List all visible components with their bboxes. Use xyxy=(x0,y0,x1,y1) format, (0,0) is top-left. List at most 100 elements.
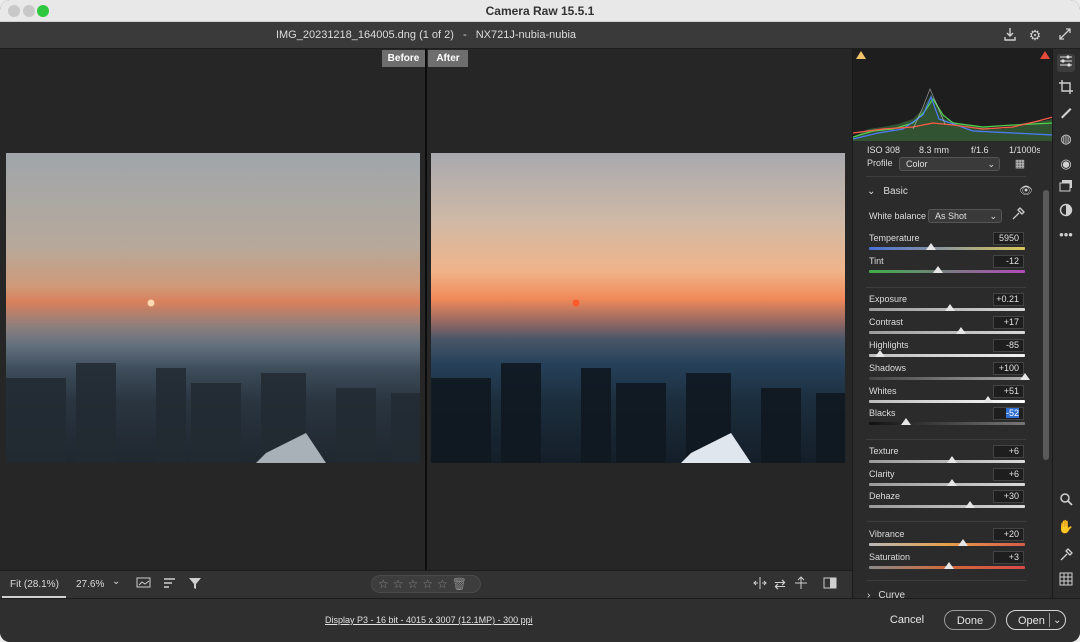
masking-icon[interactable]: ◍ xyxy=(1057,130,1075,148)
overlay-icon[interactable] xyxy=(136,576,152,592)
profile-browser-icon[interactable]: ▦ xyxy=(1012,156,1028,172)
expand-icon[interactable] xyxy=(1057,27,1073,43)
slider-label-dehaze: Dehaze xyxy=(869,491,901,501)
eyedropper-icon[interactable] xyxy=(1010,207,1026,223)
cancel-button[interactable]: Cancel xyxy=(880,610,934,630)
slider-thumb-whites[interactable] xyxy=(982,396,993,403)
crop-icon[interactable] xyxy=(1057,80,1075,98)
slider-track-contrast[interactable] xyxy=(869,331,1025,334)
sort-icon[interactable] xyxy=(162,576,178,592)
slider-track-dehaze[interactable] xyxy=(869,505,1025,508)
before-after-divider xyxy=(425,49,427,570)
slider-value-saturation[interactable]: +3 xyxy=(993,551,1024,564)
slider-label-texture: Texture xyxy=(869,446,899,456)
slider-label-temperature: Temperature xyxy=(869,233,920,243)
done-button[interactable]: Done xyxy=(944,610,996,630)
edit-sliders-icon[interactable] xyxy=(1057,54,1075,72)
slider-track-highlights[interactable] xyxy=(869,354,1025,357)
basic-section-header[interactable]: ⌄ Basic xyxy=(867,186,908,197)
toggle-view-icon[interactable] xyxy=(822,576,838,592)
shadow-clipping-warning-icon[interactable] xyxy=(856,51,866,59)
slider-value-highlights[interactable]: -85 xyxy=(993,339,1024,352)
slider-thumb-texture[interactable] xyxy=(946,456,957,463)
slider-value-temperature[interactable]: 5950 xyxy=(993,232,1024,245)
file-title: IMG_20231218_164005.dng (1 of 2) - NX721… xyxy=(0,29,852,41)
slider-label-contrast: Contrast xyxy=(869,317,904,327)
gear-icon[interactable]: ⚙ xyxy=(1027,27,1043,43)
slider-thumb-highlights[interactable] xyxy=(874,350,885,357)
slider-track-shadows[interactable] xyxy=(869,377,1025,380)
rating-stars[interactable]: ☆☆☆☆☆ xyxy=(378,577,452,591)
before-after-view-icon[interactable] xyxy=(752,576,768,592)
white-balance-select[interactable]: As Shot ⌄ xyxy=(928,209,1002,223)
slider-value-contrast[interactable]: +17 xyxy=(993,316,1024,329)
slider-track-tint[interactable] xyxy=(869,270,1025,273)
slider-thumb-blacks[interactable] xyxy=(901,418,912,425)
star-rating[interactable]: ☆☆☆☆☆🗑 xyxy=(371,575,481,593)
slider-group-divider xyxy=(866,439,1026,440)
snapshots-icon[interactable] xyxy=(1057,179,1075,197)
white-balance-label: White balance xyxy=(869,211,927,221)
exif-focal-length: 8.3 mm xyxy=(919,145,950,155)
file-name: IMG_20231218_164005.dng (1 of 2) xyxy=(275,29,454,41)
file-bar: IMG_20231218_164005.dng (1 of 2) - NX721… xyxy=(0,22,1080,49)
window-title: Camera Raw 15.5.1 xyxy=(485,4,595,18)
before-label: Before xyxy=(382,50,425,67)
slider-value-dehaze[interactable]: +30 xyxy=(993,490,1024,503)
after-label: After xyxy=(428,50,468,67)
slider-track-vibrance[interactable] xyxy=(869,543,1025,546)
footer-bar: Display P3 - 16 bit - 4015 x 3007 (12.1M… xyxy=(0,598,1080,642)
healing-brush-icon[interactable] xyxy=(1057,105,1075,123)
slider-thumb-shadows[interactable] xyxy=(1020,373,1030,380)
open-button[interactable]: Open ⌄ xyxy=(1006,610,1066,630)
slider-value-whites[interactable]: +51 xyxy=(993,385,1024,398)
slider-thumb-dehaze[interactable] xyxy=(965,501,976,508)
profile-label: Profile xyxy=(867,158,893,168)
swap-settings-icon[interactable]: ⇄ xyxy=(772,576,788,592)
zoom-level[interactable]: 27.6% xyxy=(76,579,104,590)
color-sampler-icon[interactable] xyxy=(1057,548,1075,566)
slider-thumb-clarity[interactable] xyxy=(946,479,957,486)
zoom-tool-icon[interactable] xyxy=(1057,492,1075,510)
filter-icon[interactable] xyxy=(187,576,203,592)
grid-overlay-icon[interactable] xyxy=(1057,572,1075,590)
fit-zoom-button[interactable]: Fit (28.1%) xyxy=(10,579,59,590)
slider-value-texture[interactable]: +6 xyxy=(993,445,1024,458)
chevron-down-icon: ⌄ xyxy=(987,159,995,169)
hand-tool-icon[interactable]: ✋ xyxy=(1057,518,1075,536)
split-divider xyxy=(1049,613,1050,627)
presets-icon[interactable] xyxy=(1057,203,1075,221)
chevron-down-icon[interactable]: ⌄ xyxy=(1053,611,1061,631)
slider-value-tint[interactable]: -12 xyxy=(993,255,1024,268)
save-icon[interactable] xyxy=(1002,27,1018,43)
panel-scrollbar-thumb[interactable] xyxy=(1043,190,1049,460)
profile-select[interactable]: Color ⌄ xyxy=(899,157,1000,171)
slider-label-blacks: Blacks xyxy=(869,408,896,418)
slider-thumb-temperature[interactable] xyxy=(926,243,937,250)
trash-icon[interactable]: 🗑 xyxy=(452,577,467,591)
slider-thumb-saturation[interactable] xyxy=(943,562,954,569)
section-divider xyxy=(866,580,1026,581)
slider-value-clarity[interactable]: +6 xyxy=(993,468,1024,481)
highlight-clipping-warning-icon[interactable] xyxy=(1040,51,1050,59)
workflow-options-link[interactable]: Display P3 - 16 bit - 4015 x 3007 (12.1M… xyxy=(325,615,533,625)
chevron-down-icon: ⌄ xyxy=(867,186,876,197)
copy-settings-icon[interactable] xyxy=(793,576,809,592)
slider-value-vibrance[interactable]: +20 xyxy=(993,528,1024,541)
slider-track-whites[interactable] xyxy=(869,400,1025,403)
slider-thumb-tint[interactable] xyxy=(932,266,943,273)
slider-track-temperature[interactable] xyxy=(869,247,1025,250)
more-options-icon[interactable]: ••• xyxy=(1057,226,1075,244)
slider-thumb-vibrance[interactable] xyxy=(957,539,968,546)
slider-label-whites: Whites xyxy=(869,386,897,396)
after-photo xyxy=(431,153,845,463)
eye-icon[interactable]: 👁 xyxy=(1018,183,1034,199)
slider-track-blacks[interactable] xyxy=(869,422,1025,425)
title-bar: Camera Raw 15.5.1 xyxy=(0,0,1080,22)
slider-value-exposure[interactable]: +0.21 xyxy=(993,293,1024,306)
slider-thumb-exposure[interactable] xyxy=(945,304,956,311)
slider-thumb-contrast[interactable] xyxy=(956,327,967,334)
zoom-dropdown-icon[interactable]: ⌄ xyxy=(112,576,120,587)
red-eye-icon[interactable]: ◉ xyxy=(1057,155,1075,173)
slider-value-blacks[interactable]: -52 xyxy=(993,407,1024,420)
